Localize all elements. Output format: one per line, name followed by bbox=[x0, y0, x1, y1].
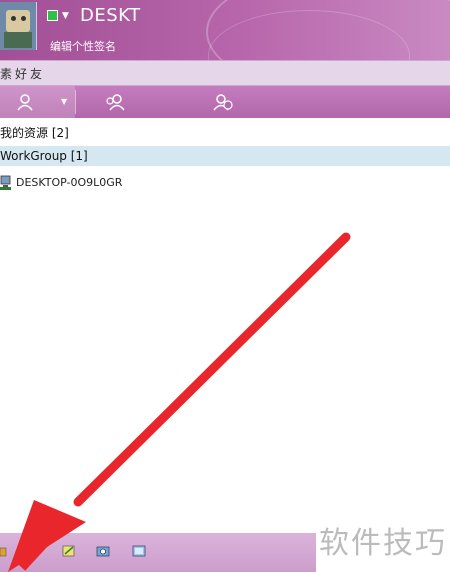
red-arrow-annotation bbox=[8, 232, 351, 572]
